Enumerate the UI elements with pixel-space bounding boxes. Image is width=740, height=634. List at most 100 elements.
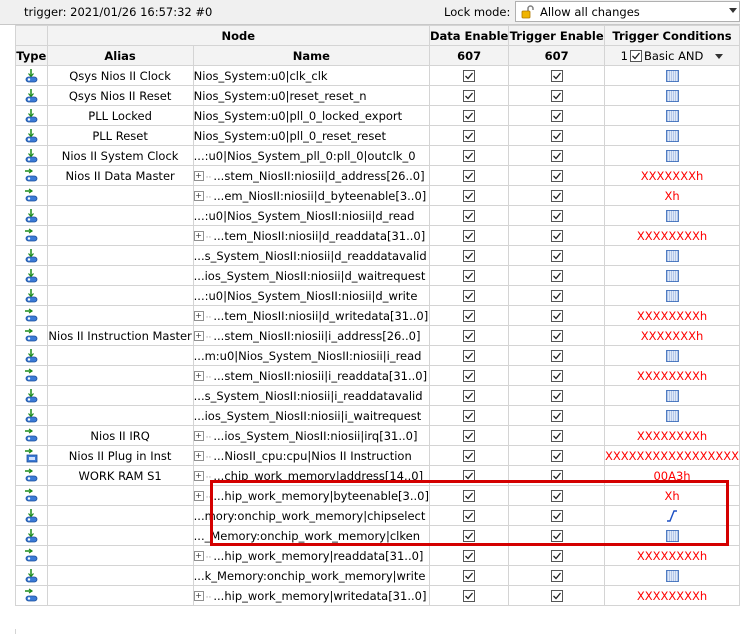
table-row[interactable]: WORK RAM S1 + ·· ...chip_work_memory|addres…	[15, 465, 740, 486]
data-enable-checkbox[interactable]	[463, 450, 476, 462]
table-row[interactable]: PLL Reset Nios_System:u0|pll_0_reset_rese…	[15, 125, 740, 146]
dont-care-icon[interactable]	[665, 130, 679, 142]
name-cell[interactable]: + ·· ...hip_work_memory|writedata[31..0]	[192, 585, 430, 606]
data-enable-checkbox[interactable]	[463, 550, 476, 562]
data-enable-checkbox[interactable]	[463, 390, 476, 402]
trigger-enable-checkbox[interactable]	[550, 270, 563, 282]
chevron-down-icon[interactable]	[715, 52, 724, 60]
table-row[interactable]: ...:u0|Nios_System_NiosII:niosii|d_write	[15, 285, 740, 306]
dont-care-icon[interactable]	[665, 530, 679, 542]
alias-cell[interactable]	[46, 565, 194, 586]
alias-cell[interactable]: Nios II Instruction Master	[46, 325, 194, 346]
header-trigger-enable[interactable]: Trigger Enable	[508, 25, 606, 46]
trigger-enable-checkbox[interactable]	[550, 550, 563, 562]
trigger-condition-cell[interactable]: XXXXXXXXh	[604, 365, 740, 386]
table-row[interactable]: + ·· ...tem_NiosII:niosii|d_writedata[31..…	[15, 305, 740, 326]
expand-icon[interactable]: +	[194, 191, 204, 201]
name-cell[interactable]: + ·· ...hip_work_memory|readdata[31..0]	[192, 545, 430, 566]
alias-cell[interactable]	[46, 385, 194, 406]
alias-cell[interactable]	[46, 485, 194, 506]
trigger-condition-cell[interactable]: Xh	[604, 485, 740, 506]
table-row[interactable]: Nios II IRQ + ·· ...ios_System_NiosII:niosi…	[15, 425, 740, 446]
alias-cell[interactable]: Nios II System Clock	[46, 145, 194, 166]
data-enable-checkbox[interactable]	[463, 70, 476, 82]
data-enable-checkbox[interactable]	[463, 510, 476, 522]
trigger-enable-checkbox[interactable]	[550, 170, 563, 182]
expand-icon[interactable]: +	[194, 431, 204, 441]
alias-cell[interactable]: WORK RAM S1	[46, 465, 194, 486]
data-enable-checkbox[interactable]	[463, 330, 476, 342]
name-cell[interactable]: Nios_System:u0|clk_clk	[192, 65, 430, 86]
name-cell[interactable]: ...ios_System_NiosII:niosii|d_waitreques…	[192, 265, 430, 286]
trigger-condition-cell[interactable]	[604, 385, 740, 406]
table-row[interactable]: Nios II Plug in Inst + ·· ...NiosII_cpu:cpu…	[15, 445, 740, 466]
expand-icon[interactable]: +	[194, 331, 204, 341]
trigger-enable-checkbox[interactable]	[550, 110, 563, 122]
name-cell[interactable]: + ·· ...hip_work_memory|byteenable[3..0]	[192, 485, 430, 506]
table-row[interactable]: + ·· ...stem_NiosII:niosii|i_readdata[31..…	[15, 365, 740, 386]
data-enable-checkbox[interactable]	[463, 170, 476, 182]
trigger-condition-cell[interactable]: XXXXXXXXh	[604, 425, 740, 446]
alias-cell[interactable]	[46, 245, 194, 266]
alias-cell[interactable]: Qsys Nios II Clock	[46, 65, 194, 86]
alias-cell[interactable]: Nios II Data Master	[46, 165, 194, 186]
alias-cell[interactable]: Nios II IRQ	[46, 425, 194, 446]
data-enable-checkbox[interactable]	[463, 490, 476, 502]
data-enable-checkbox[interactable]	[463, 470, 476, 482]
table-row[interactable]: + ·· ...hip_work_memory|writedata[31..0] XX…	[15, 585, 740, 606]
table-row[interactable]: Nios II Instruction Master + ·· ...stem_Nio…	[15, 325, 740, 346]
data-enable-checkbox[interactable]	[463, 310, 476, 322]
trigger-condition-cell[interactable]	[604, 65, 740, 86]
table-row[interactable]: ...k_Memory:onchip_work_memory|write	[15, 565, 740, 586]
table-row[interactable]: ...ios_System_NiosII:niosii|d_waitreques…	[15, 265, 740, 286]
dont-care-icon[interactable]	[665, 350, 679, 362]
trigger-enable-checkbox[interactable]	[550, 210, 563, 222]
trigger-enable-checkbox[interactable]	[550, 370, 563, 382]
dont-care-icon[interactable]	[665, 150, 679, 162]
trigger-enable-checkbox[interactable]	[550, 310, 563, 322]
header-data-enable[interactable]: Data Enable	[428, 25, 510, 46]
dont-care-icon[interactable]	[665, 410, 679, 422]
table-row[interactable]: ..._Memory:onchip_work_memory|clken	[15, 525, 740, 546]
dont-care-icon[interactable]	[665, 110, 679, 122]
data-enable-checkbox[interactable]	[463, 250, 476, 262]
name-cell[interactable]: ...ios_System_NiosII:niosii|i_waitreques…	[192, 405, 430, 426]
trigger-enable-checkbox[interactable]	[550, 350, 563, 362]
trigger-enable-checkbox[interactable]	[550, 90, 563, 102]
data-enable-checkbox[interactable]	[463, 410, 476, 422]
expand-icon[interactable]: +	[194, 171, 204, 181]
alias-cell[interactable]: PLL Locked	[46, 105, 194, 126]
trigger-condition-cell[interactable]	[604, 505, 740, 526]
data-enable-checkbox[interactable]	[463, 130, 476, 142]
alias-cell[interactable]	[46, 545, 194, 566]
alias-cell[interactable]: Qsys Nios II Reset	[46, 85, 194, 106]
checkbox-checked-icon[interactable]	[629, 49, 642, 62]
data-enable-checkbox[interactable]	[463, 110, 476, 122]
dont-care-icon[interactable]	[665, 90, 679, 102]
trigger-condition-cell[interactable]	[604, 85, 740, 106]
table-row[interactable]: + ·· ...hip_work_memory|byteenable[3..0] Xh	[15, 485, 740, 506]
trigger-condition-cell[interactable]: XXXXXXXh	[604, 325, 740, 346]
trigger-condition-cell[interactable]: XXXXXXXXh	[604, 225, 740, 246]
trigger-condition-cell[interactable]: XXXXXXXh	[604, 165, 740, 186]
header-name[interactable]: Name	[192, 45, 430, 66]
alias-cell[interactable]: PLL Reset	[46, 125, 194, 146]
table-row[interactable]: ...mory:onchip_work_memory|chipselect	[15, 505, 740, 526]
name-cell[interactable]: + ·· ...NiosII_cpu:cpu|Nios II Instruction	[192, 445, 430, 466]
data-enable-checkbox[interactable]	[463, 430, 476, 442]
table-row[interactable]: + ·· ...em_NiosII:niosii|d_byteenable[3..0…	[15, 185, 740, 206]
trigger-enable-checkbox[interactable]	[550, 190, 563, 202]
trigger-enable-checkbox[interactable]	[550, 250, 563, 262]
data-enable-checkbox[interactable]	[463, 150, 476, 162]
name-cell[interactable]: + ·· ...em_NiosII:niosii|d_byteenable[3..0…	[192, 185, 430, 206]
trigger-condition-cell[interactable]	[604, 265, 740, 286]
trigger-condition-cell[interactable]	[604, 405, 740, 426]
trigger-condition-cell[interactable]: 00A3h	[604, 465, 740, 486]
trigger-enable-checkbox[interactable]	[550, 130, 563, 142]
name-cell[interactable]: + ·· ...chip_work_memory|address[14..0]	[192, 465, 430, 486]
table-row[interactable]: + ·· ...hip_work_memory|readdata[31..0] XXX…	[15, 545, 740, 566]
trigger-enable-checkbox[interactable]	[550, 590, 563, 602]
table-row[interactable]: ...ios_System_NiosII:niosii|i_waitreques…	[15, 405, 740, 426]
trigger-enable-checkbox[interactable]	[550, 490, 563, 502]
dont-care-icon[interactable]	[665, 570, 679, 582]
